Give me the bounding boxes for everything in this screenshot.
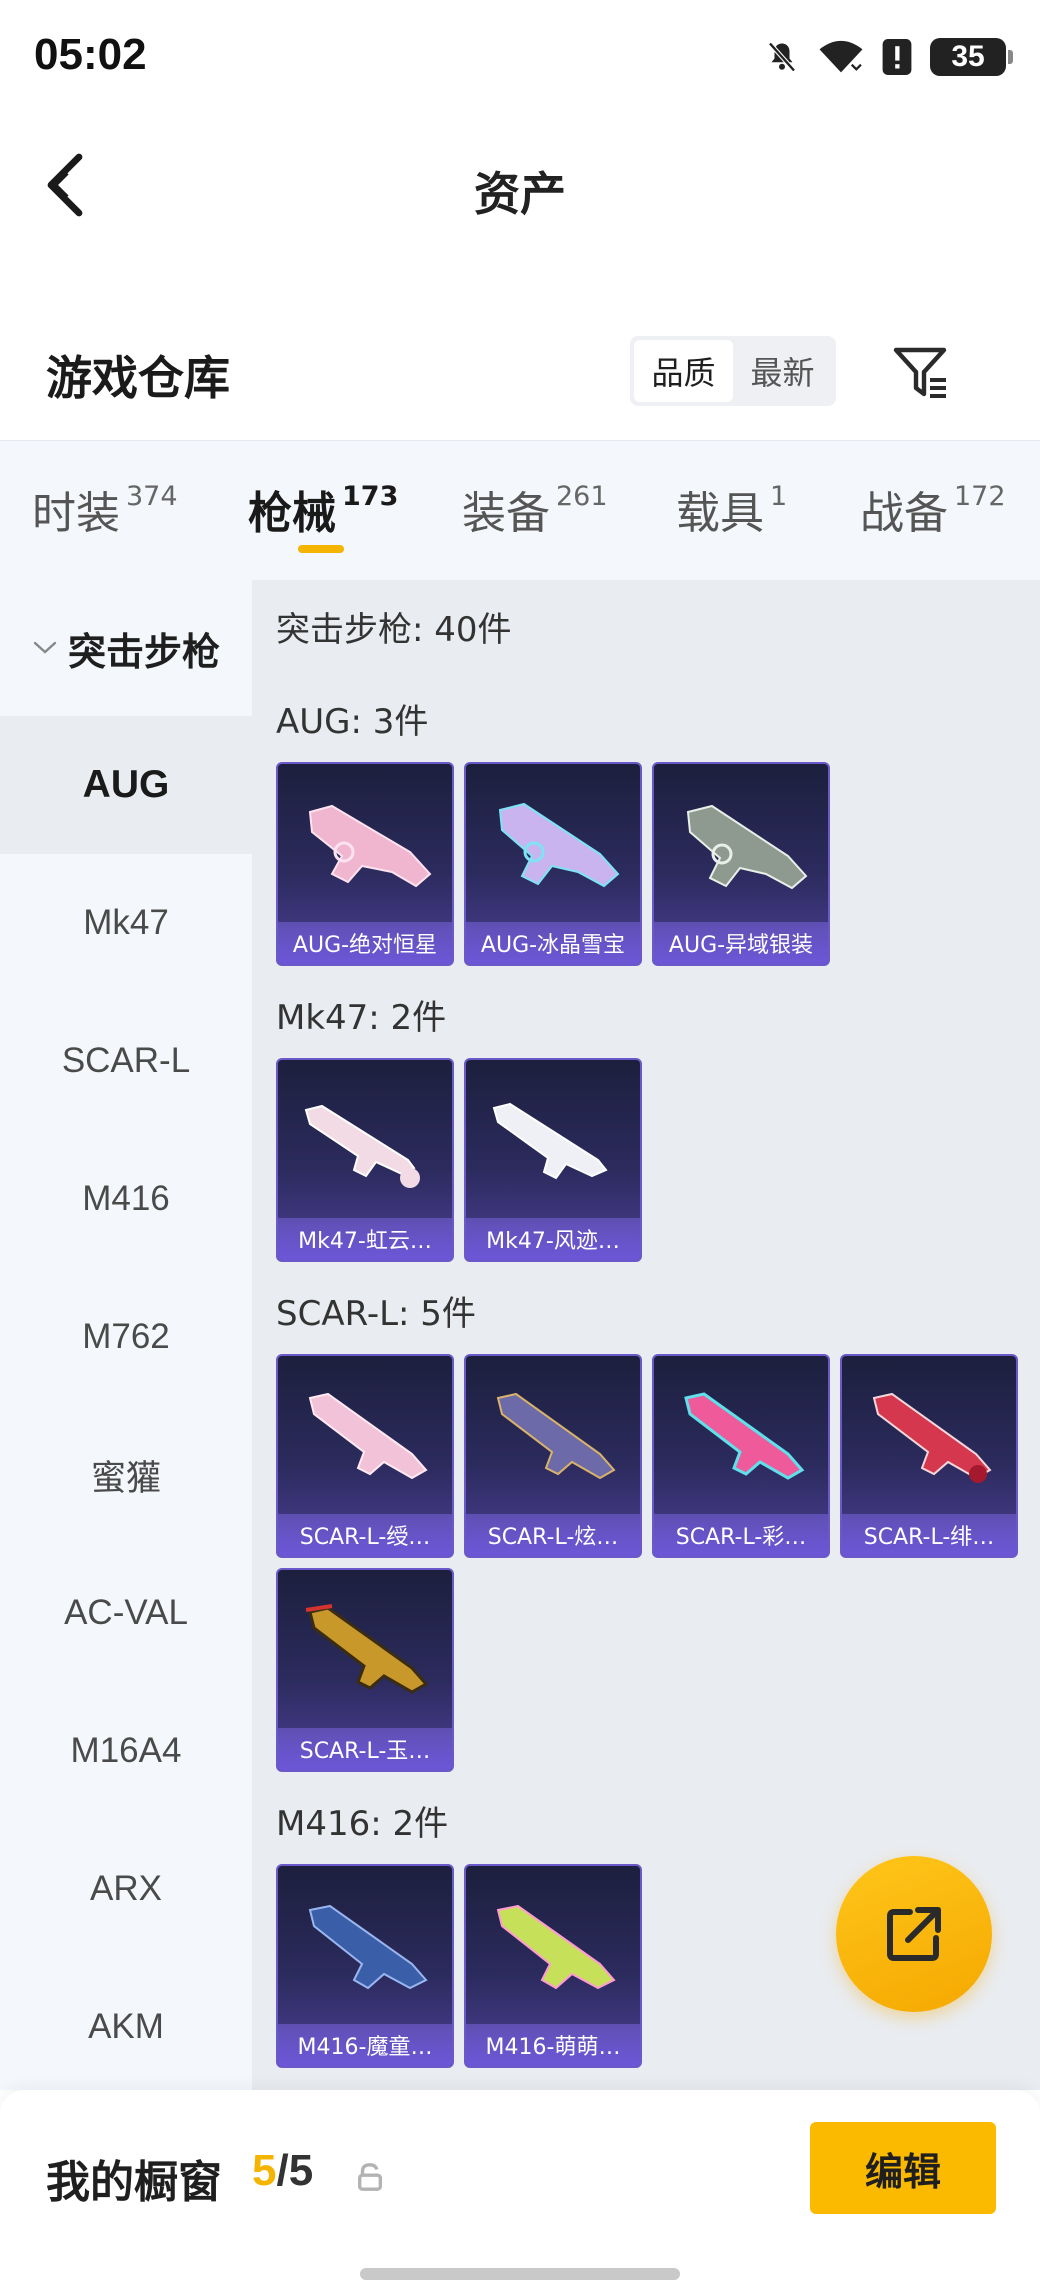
sidebar-item-mk47[interactable]: Mk47 <box>0 854 252 992</box>
filter-button[interactable] <box>890 342 950 402</box>
sidebar-group-assault-rifles[interactable]: 突击步枪 <box>0 580 252 716</box>
weapon-type-sidebar: 突击步枪 AUG Mk47 SCAR-L M416 M762 蜜獾 AC-VAL… <box>0 580 252 2090</box>
weapon-card-label: SCAR-L-绯… <box>842 1514 1016 1556</box>
rifle-skin-image <box>686 804 808 890</box>
sidebar-item-honey-badger[interactable]: 蜜獾 <box>0 1406 252 1544</box>
share-icon <box>887 1907 941 1961</box>
weapon-card-label: SCAR-L-彩… <box>654 1514 828 1556</box>
status-icons: 35 <box>764 38 1013 76</box>
category-tabs: 时装 374 枪械 173 装备 261 载具 1 战备 172 <box>0 440 1040 580</box>
weapon-card[interactable]: AUG-绝对恒星 <box>276 762 454 966</box>
tab-weapons[interactable]: 枪械 173 <box>248 477 398 541</box>
filter-icon <box>893 347 947 398</box>
tab-count: 1 <box>770 481 788 512</box>
weapon-card-label: SCAR-L-炫… <box>466 1514 640 1556</box>
rifle-skin-image <box>304 1104 420 1188</box>
weapon-card[interactable]: Mk47-虹云… <box>276 1058 454 1262</box>
chevron-down-icon <box>33 641 57 654</box>
tab-count: 261 <box>556 481 608 512</box>
showcase-count-current: 5 <box>252 2146 277 2195</box>
sidebar-item-akm[interactable]: AKM <box>0 1958 252 2096</box>
sidebar-item-ac-val[interactable]: AC-VAL <box>0 1544 252 1682</box>
sidebar-item-m16a4[interactable]: M16A4 <box>0 1682 252 1820</box>
weapon-card-label: M416-魔童… <box>278 2024 452 2066</box>
section-label-scar-l: SCAR-L: 5件 <box>276 1294 476 1334</box>
sidebar-item-scar-l[interactable]: SCAR-L <box>0 992 252 1130</box>
sidebar-item-m762[interactable]: M762 <box>0 1268 252 1406</box>
showcase-count-max: 5 <box>288 2146 314 2195</box>
mute-bell-icon <box>768 42 796 72</box>
lock-icon <box>358 2163 382 2191</box>
status-bar: 05:02 35 <box>0 0 1040 120</box>
weapon-card[interactable]: SCAR-L-绯… <box>840 1354 1018 1558</box>
weapon-card[interactable]: Mk47-风迹… <box>464 1058 642 1262</box>
weapon-card[interactable]: SCAR-L-炫… <box>464 1354 642 1558</box>
weapon-card-label: AUG-异域银装 <box>654 922 828 964</box>
tab-label: 战备 <box>860 488 948 539</box>
share-button[interactable] <box>836 1856 992 2012</box>
tab-count: 173 <box>342 481 399 512</box>
sidebar-group-label: 突击步枪 <box>67 629 220 674</box>
home-indicator <box>360 2268 680 2280</box>
edit-button[interactable]: 编辑 <box>810 2122 996 2214</box>
rifle-skin-image <box>492 1102 608 1180</box>
sidebar-item-m416[interactable]: M416 <box>0 1130 252 1268</box>
tab-label: 枪械 <box>248 488 336 539</box>
warehouse-title: 游戏仓库 <box>46 351 230 405</box>
rifle-skin-image <box>684 1392 805 1480</box>
weapon-card[interactable]: AUG-冰晶雪宝 <box>464 762 642 966</box>
rifle-skin-image <box>308 1392 428 1480</box>
weapon-card-label: SCAR-L-玉… <box>278 1728 452 1770</box>
rifle-skin-image <box>308 804 432 888</box>
tab-fashion[interactable]: 时装 374 <box>32 477 178 541</box>
weapon-card[interactable]: SCAR-L-彩… <box>652 1354 830 1558</box>
battery-indicator: 35 <box>930 38 1013 76</box>
sort-option-latest[interactable]: 最新 <box>733 340 832 402</box>
showcase-bar: 我的橱窗 5/5 编辑 <box>0 2090 1040 2295</box>
rifle-skin-image <box>872 1392 992 1483</box>
status-time: 05:02 <box>34 30 147 79</box>
showcase-count-separator: / <box>276 2146 289 2195</box>
weapon-card[interactable]: AUG-异域银装 <box>652 762 830 966</box>
active-tab-indicator <box>298 545 344 553</box>
tab-equipment[interactable]: 装备 261 <box>462 477 608 541</box>
tab-label: 载具 <box>676 488 764 539</box>
sidebar-item-arx[interactable]: ARX <box>0 1820 252 1958</box>
showcase-title: 我的橱窗 <box>46 2157 222 2208</box>
tab-count: 374 <box>126 481 178 512</box>
alert-icon <box>882 39 912 75</box>
weapon-card-label: AUG-冰晶雪宝 <box>466 922 640 964</box>
weapon-card[interactable]: M416-魔童… <box>276 1864 454 2068</box>
sidebar-item-aug[interactable]: AUG <box>0 716 252 854</box>
page-title: 资产 <box>474 167 566 221</box>
rifle-skin-image <box>305 1604 429 1694</box>
wifi-icon <box>819 40 863 73</box>
tab-label: 时装 <box>32 488 120 539</box>
section-label-m416: M416: 2件 <box>276 1804 449 1844</box>
weapon-card-label: SCAR-L-绶… <box>278 1514 452 1556</box>
tab-vehicles[interactable]: 载具 1 <box>676 477 787 541</box>
weapon-card[interactable]: SCAR-L-玉… <box>276 1568 454 1772</box>
weapon-card-label: Mk47-虹云… <box>278 1218 452 1260</box>
tab-label: 装备 <box>462 488 550 539</box>
rifle-skin-image <box>496 1392 616 1480</box>
weapon-card-label: AUG-绝对恒星 <box>278 922 452 964</box>
section-label-mk47: Mk47: 2件 <box>276 998 447 1038</box>
section-label-aug: AUG: 3件 <box>276 702 429 742</box>
rifle-skin-image <box>496 1904 616 1990</box>
tab-supplies[interactable]: 战备 172 <box>860 477 1006 541</box>
weapon-card-label: Mk47-风迹… <box>466 1218 640 1260</box>
sort-option-quality[interactable]: 品质 <box>634 340 733 402</box>
showcase-count: 5/5 <box>252 2146 313 2196</box>
weapon-card-label: M416-萌萌… <box>466 2024 640 2066</box>
rifle-skin-image <box>308 1904 428 1990</box>
weapon-card[interactable]: M416-萌萌… <box>464 1864 642 2068</box>
tab-count: 172 <box>954 481 1006 512</box>
warehouse-header: 游戏仓库 品质 最新 <box>0 320 1040 440</box>
rifle-skin-image <box>498 802 620 888</box>
top-nav: 资产 <box>0 130 1040 240</box>
weapon-card[interactable]: SCAR-L-绶… <box>276 1354 454 1558</box>
category-total: 突击步枪: 40件 <box>276 610 512 650</box>
sort-toggle: 品质 最新 <box>630 336 836 406</box>
